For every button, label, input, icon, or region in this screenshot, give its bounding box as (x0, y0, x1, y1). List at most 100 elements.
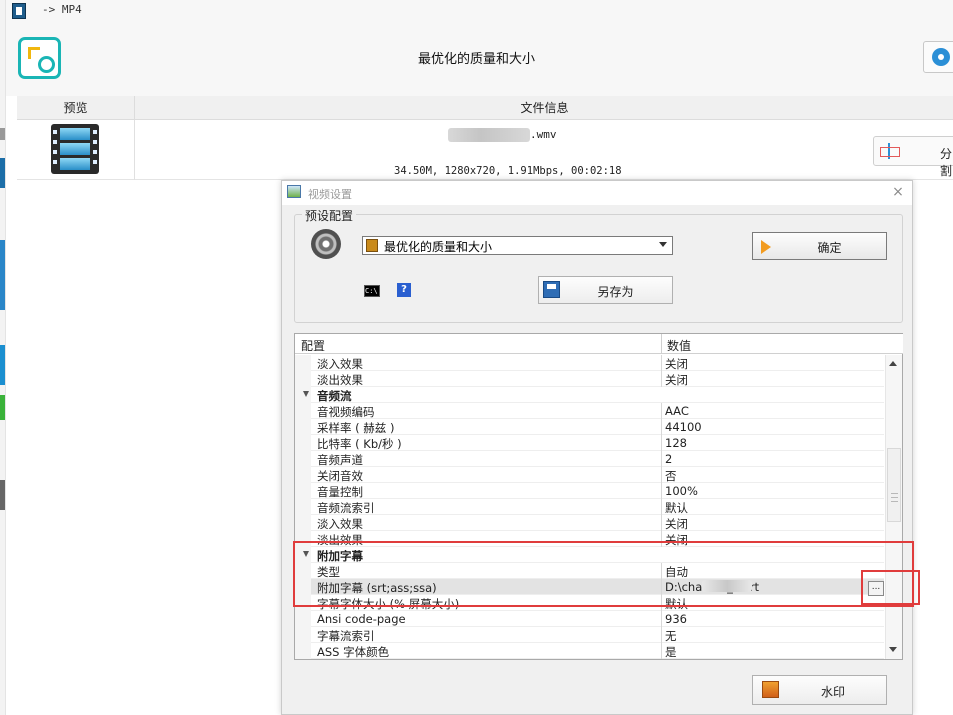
image-settings-icon (287, 185, 301, 198)
property-name: 音频流索引 (317, 501, 375, 515)
row-gutter (295, 515, 311, 531)
row-gutter (295, 627, 311, 643)
column-divider (661, 483, 662, 499)
close-icon[interactable]: × (891, 184, 905, 200)
scroll-down-icon[interactable] (889, 647, 897, 652)
preset-dropdown-value: 最优化的质量和大小 (384, 240, 493, 254)
file-extension: .wmv (530, 128, 557, 141)
watermark-button-label: 水印 (820, 685, 845, 699)
property-name: 音频流 (317, 389, 352, 403)
grid-row[interactable]: 音量控制 100% (295, 483, 884, 499)
column-divider (661, 467, 662, 483)
row-gutter (295, 451, 311, 467)
property-name: 字幕流索引 (317, 629, 375, 643)
grid-header-divider[interactable] (661, 334, 662, 354)
property-name: 音频声道 (317, 453, 363, 467)
row-gutter (295, 355, 311, 371)
collapse-icon[interactable] (303, 391, 309, 397)
help-icon[interactable]: ? (397, 283, 411, 297)
grid-row[interactable]: 字幕流索引 无 (295, 627, 884, 643)
row-gutter (295, 435, 311, 451)
split-button-label: 分割 (940, 147, 953, 178)
property-value[interactable]: 936 (665, 612, 687, 626)
background-app-edge (0, 0, 6, 715)
property-name: 比特率 ( Kb/秒 ) (317, 437, 402, 451)
property-value[interactable]: 否 (665, 468, 677, 484)
property-value[interactable]: 2 (665, 452, 672, 466)
subtitle-highlight-box (293, 541, 914, 607)
column-divider (661, 499, 662, 515)
column-divider (661, 627, 662, 643)
property-value[interactable]: 无 (665, 628, 677, 644)
film-strip-icon (366, 239, 378, 252)
grid-row[interactable]: 关闭音效 否 (295, 467, 884, 483)
grid-row[interactable]: 比特率 ( Kb/秒 ) 128 (295, 435, 884, 451)
grid-row[interactable]: ASS 字体颜色 是 (295, 643, 884, 659)
preset-group (294, 214, 903, 323)
grid-row[interactable]: 淡出效果 关闭 (295, 371, 884, 387)
command-prompt-icon[interactable]: C:\ (364, 285, 380, 297)
property-name: 关闭音效 (317, 469, 363, 483)
property-value[interactable]: 100% (665, 484, 698, 498)
grid-row[interactable]: 采样率 ( 赫兹 ) 44100 (295, 419, 884, 435)
preset-group-label: 预设配置 (302, 207, 357, 224)
edge-fragment (0, 480, 5, 510)
property-name: 淡入效果 (317, 517, 363, 531)
film-reel-icon (311, 229, 341, 259)
column-divider (661, 371, 662, 387)
scrollbar-thumb[interactable] (887, 448, 901, 522)
column-divider (661, 435, 662, 451)
edge-fragment (0, 158, 5, 188)
grid-row[interactable]: 淡入效果 关闭 (295, 355, 884, 371)
browse-highlight-box (861, 570, 920, 605)
profile-title: 最优化的质量和大小 (417, 52, 535, 67)
property-value[interactable]: 关闭 (665, 516, 688, 532)
column-divider (661, 403, 662, 419)
window-title: -> MP4 (42, 3, 82, 16)
column-preview[interactable]: 预览 (17, 96, 135, 120)
property-value[interactable]: 关闭 (665, 356, 688, 372)
column-divider (661, 355, 662, 371)
grid-row[interactable]: 音频声道 2 (295, 451, 884, 467)
save-as-button-label: 另存为 (597, 285, 634, 299)
row-gutter (295, 643, 311, 659)
scroll-up-icon[interactable] (889, 361, 897, 366)
file-metadata: 34.50M, 1280x720, 1.91Mbps, 00:02:18 (394, 165, 622, 177)
file-name-redacted (448, 128, 530, 142)
column-divider (661, 515, 662, 531)
property-name: 音视频编码 (317, 405, 375, 419)
property-value[interactable]: 44100 (665, 420, 702, 434)
row-gutter (295, 403, 311, 419)
row-gutter (295, 483, 311, 499)
row-gutter (295, 499, 311, 515)
confirm-button-label: 确定 (817, 241, 842, 255)
grid-header-name: 配置 (301, 339, 326, 353)
property-value[interactable]: 关闭 (665, 372, 688, 388)
settings-button[interactable] (923, 41, 953, 73)
column-file-info[interactable]: 文件信息 (136, 96, 953, 120)
property-value[interactable]: AAC (665, 404, 689, 418)
grid-header-value: 数值 (667, 339, 692, 353)
grid-row[interactable]: Ansi code-page 936 (295, 611, 884, 627)
property-value[interactable]: 128 (665, 436, 687, 450)
grid-header (295, 334, 903, 354)
split-icon (880, 143, 900, 159)
grid-category[interactable]: 音频流 (295, 387, 884, 403)
app-icon (12, 3, 26, 19)
property-value[interactable]: 是 (665, 644, 677, 659)
grid-row[interactable]: 音视频编码 AAC (295, 403, 884, 419)
edge-fragment (0, 395, 5, 420)
column-divider (661, 451, 662, 467)
property-value[interactable]: 默认 (665, 500, 688, 516)
grid-row[interactable]: 淡入效果 关闭 (295, 515, 884, 531)
column-divider (661, 643, 662, 659)
property-name: 音量控制 (317, 485, 363, 499)
property-name: ASS 字体颜色 (317, 645, 390, 659)
row-gutter (295, 611, 311, 627)
edge-fragment (0, 128, 5, 140)
column-divider (661, 611, 662, 627)
row-gutter (295, 371, 311, 387)
dialog-titlebar[interactable] (282, 181, 912, 205)
chevron-down-icon[interactable] (659, 242, 667, 247)
grid-row[interactable]: 音频流索引 默认 (295, 499, 884, 515)
